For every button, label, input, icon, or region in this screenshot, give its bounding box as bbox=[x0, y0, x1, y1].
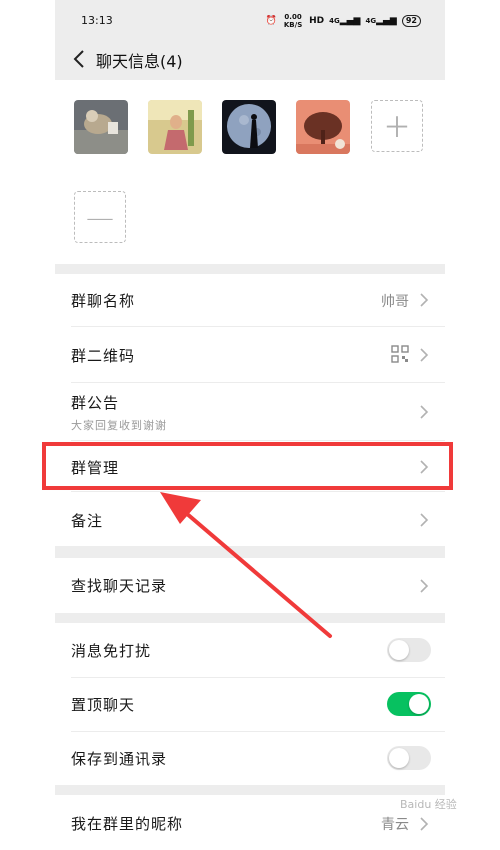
mute-row: 消息免打扰 bbox=[55, 623, 445, 677]
nickname-value: 青云 bbox=[381, 817, 409, 833]
qrcode-label: 群二维码 bbox=[71, 347, 136, 365]
members-grid: ＋ — bbox=[55, 80, 445, 264]
avatar-image bbox=[74, 100, 128, 154]
group-notice-row[interactable]: 群公告 大家回复收到谢谢 bbox=[55, 383, 445, 440]
notice-label: 群公告 bbox=[71, 394, 120, 412]
nav-bar: 聊天信息(4) bbox=[55, 40, 445, 80]
avatar bbox=[222, 100, 276, 154]
back-arrow-icon[interactable] bbox=[67, 46, 93, 72]
nickname-row[interactable]: 我在群里的昵称 青云 bbox=[55, 795, 445, 850]
signal-label-1: 4G bbox=[329, 17, 340, 25]
chevron-right-icon bbox=[420, 579, 429, 593]
member-4[interactable] bbox=[296, 100, 350, 174]
save-contacts-row: 保存到通讯录 bbox=[55, 732, 445, 785]
mute-toggle[interactable] bbox=[387, 638, 431, 662]
signal-icon-2: 4G▂▄▆ bbox=[365, 16, 397, 26]
group-name-label: 群聊名称 bbox=[71, 292, 136, 310]
group-settings-section: 群聊名称 帅哥 群二维码 群公告 大家回复收到谢谢 群管理 备注 bbox=[55, 274, 445, 546]
chevron-right-icon bbox=[420, 513, 429, 527]
search-history-section: 查找聊天记录 bbox=[55, 558, 445, 613]
alarm-icon: ⏰ bbox=[265, 16, 278, 26]
signal-label-2: 4G bbox=[365, 17, 377, 25]
remark-label: 备注 bbox=[71, 512, 104, 530]
chevron-right-icon bbox=[420, 405, 429, 419]
page-title: 聊天信息(4) bbox=[96, 52, 183, 71]
nickname-section: 我在群里的昵称 青云 bbox=[55, 795, 445, 850]
group-qrcode-row[interactable]: 群二维码 bbox=[55, 327, 445, 382]
mute-label: 消息免打扰 bbox=[71, 642, 152, 660]
member-2[interactable] bbox=[148, 100, 202, 174]
member-3[interactable] bbox=[222, 100, 276, 174]
avatar bbox=[296, 100, 350, 154]
watermark: Baidu 经验 bbox=[400, 798, 457, 811]
save-contacts-label: 保存到通讯录 bbox=[71, 750, 168, 768]
avatar bbox=[74, 100, 128, 154]
remove-member-button[interactable]: — bbox=[74, 191, 126, 243]
group-name-row[interactable]: 群聊名称 帅哥 bbox=[55, 274, 445, 326]
remark-row[interactable]: 备注 bbox=[55, 492, 445, 546]
network-speed: 0.00 KB/S bbox=[283, 13, 303, 29]
avatar-image bbox=[148, 100, 202, 154]
status-bar: 13:13 ⏰ 0.00 KB/S HD 4G▂▄▆ 4G▂▄▆ 92 bbox=[55, 0, 445, 40]
pin-toggle[interactable] bbox=[387, 692, 431, 716]
status-time: 13:13 bbox=[81, 14, 113, 27]
add-member-button[interactable]: ＋ bbox=[371, 100, 423, 152]
notice-preview: 大家回复收到谢谢 bbox=[71, 419, 167, 432]
toggle-knob bbox=[389, 748, 409, 768]
pin-chat-row: 置顶聊天 bbox=[55, 678, 445, 731]
toggle-knob bbox=[389, 640, 409, 660]
toggle-section: 消息免打扰 置顶聊天 保存到通讯录 bbox=[55, 623, 445, 785]
pin-label: 置顶聊天 bbox=[71, 696, 136, 714]
minus-icon: — bbox=[86, 200, 114, 234]
chevron-right-icon bbox=[420, 817, 429, 831]
plus-icon: ＋ bbox=[382, 111, 411, 144]
toggle-knob bbox=[409, 694, 429, 714]
avatar bbox=[148, 100, 202, 154]
search-history-row[interactable]: 查找聊天记录 bbox=[55, 558, 445, 613]
avatar-image bbox=[296, 100, 350, 154]
phone-screen: 13:13 ⏰ 0.00 KB/S HD 4G▂▄▆ 4G▂▄▆ 92 聊天信息… bbox=[55, 0, 445, 850]
battery-icon: 92 bbox=[401, 15, 421, 27]
signal-icon-1: 4G▂▄▆ bbox=[329, 16, 361, 26]
highlight-box bbox=[42, 442, 453, 490]
hd-icon: HD bbox=[309, 16, 325, 26]
search-history-label: 查找聊天记录 bbox=[71, 577, 168, 595]
chevron-right-icon bbox=[420, 348, 429, 362]
save-contacts-toggle[interactable] bbox=[387, 746, 431, 770]
nickname-label: 我在群里的昵称 bbox=[71, 815, 184, 833]
chevron-right-icon bbox=[420, 293, 429, 307]
member-1[interactable] bbox=[74, 100, 128, 174]
status-icons: ⏰ 0.00 KB/S HD 4G▂▄▆ 4G▂▄▆ 92 bbox=[266, 13, 421, 29]
qrcode-icon bbox=[391, 345, 409, 363]
group-name-value: 帅哥 bbox=[381, 294, 409, 310]
avatar-image bbox=[222, 100, 276, 154]
